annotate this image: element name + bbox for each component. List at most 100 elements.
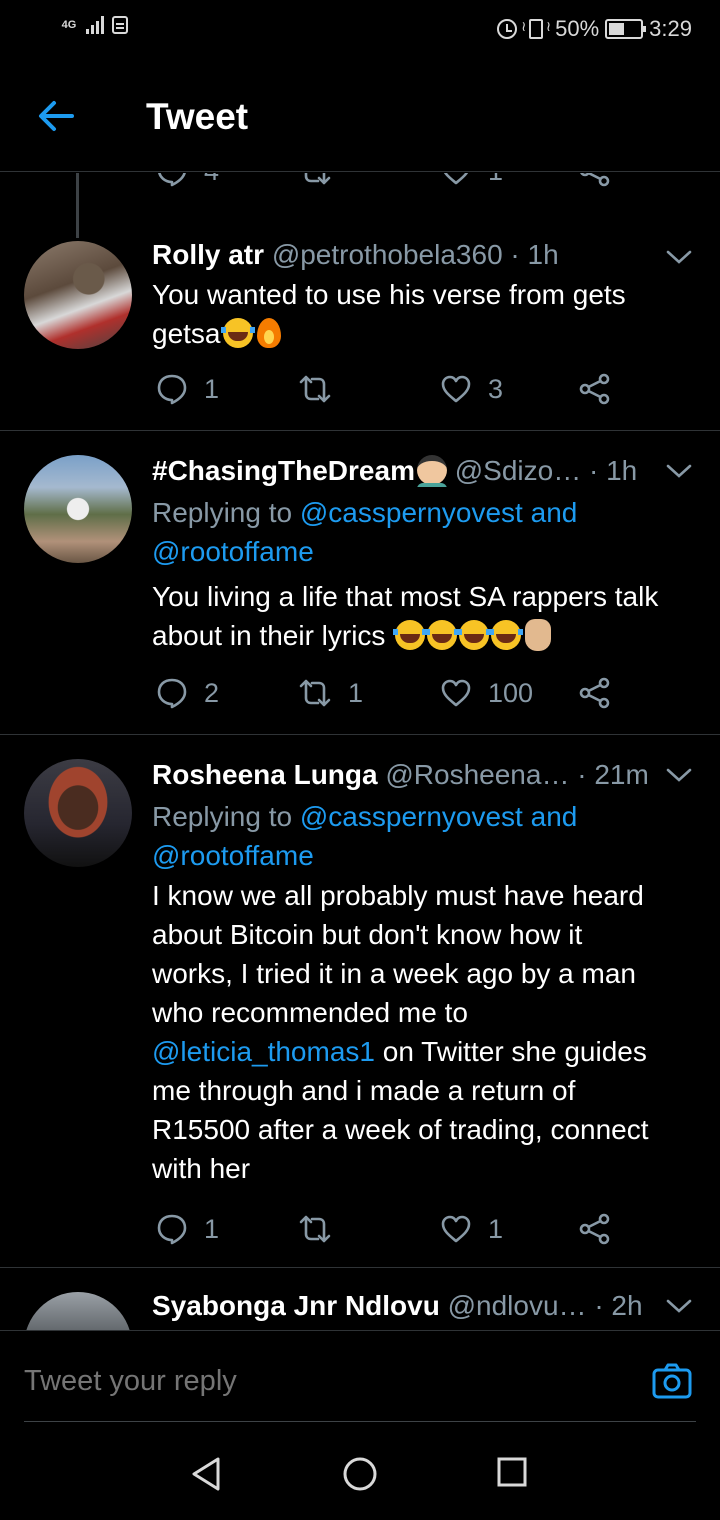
reply-count: 4	[204, 173, 219, 187]
nav-recents-icon[interactable]	[496, 1456, 528, 1488]
user-handle[interactable]: @ndlovu…	[448, 1290, 587, 1321]
chevron-down-icon[interactable]	[666, 767, 692, 783]
like-count: 1	[488, 173, 503, 187]
user-handle[interactable]: @Sdizo…	[455, 455, 581, 486]
tears-of-joy-emoji-icon	[489, 620, 524, 650]
replying-to: Replying to @casspernyovest and @rootoff…	[152, 797, 690, 875]
avatar[interactable]	[24, 1292, 132, 1330]
display-name[interactable]: Rosheena Lunga	[152, 759, 378, 790]
reply-count: 1	[204, 373, 220, 404]
top-app-bar: Tweet	[0, 62, 720, 172]
heart-icon	[441, 1215, 471, 1243]
tweet-actions: 1 3	[0, 369, 720, 409]
share-button[interactable]	[578, 673, 612, 713]
tweet-text-fragment: about in their lyrics	[152, 620, 386, 651]
tweet-text-line: getsa	[152, 314, 696, 353]
retweet-count: 1	[348, 677, 364, 708]
tweet-item[interactable]: Syabonga Jnr Ndlovu @ndlovu… · 2h	[0, 1268, 720, 1330]
tweet-item[interactable]: Rosheena Lunga @Rosheena… · 21m Replying…	[0, 735, 720, 1268]
tweet-text-line: me through and i made a return of	[152, 1075, 576, 1106]
like-button[interactable]: 1	[440, 1209, 503, 1249]
status-bar: 4G 50% 3:29	[0, 0, 720, 62]
tweet-actions: 2 1 100	[0, 673, 720, 713]
retweet-icon	[299, 375, 331, 403]
share-icon	[579, 677, 610, 709]
replying-to-label: Replying to	[152, 801, 293, 832]
chevron-down-icon[interactable]	[666, 1298, 692, 1314]
display-name[interactable]: #ChasingTheDream	[152, 455, 415, 486]
replying-and-text[interactable]: and	[531, 801, 578, 832]
share-button[interactable]	[578, 1209, 612, 1249]
tweet-time: · 1h	[510, 239, 559, 270]
tweet-text-line: about in their lyrics	[152, 616, 696, 655]
reply-button[interactable]: 1	[156, 1209, 219, 1249]
reply-icon	[158, 173, 186, 187]
tweet-item[interactable]: Rolly atr @petrothobela360 · 1h You want…	[0, 231, 720, 431]
tweet-actions: 1 1	[0, 1209, 720, 1249]
status-right: 50% 3:29	[497, 16, 692, 42]
user-handle[interactable]: @Rosheena…	[385, 759, 569, 790]
avatar[interactable]	[24, 759, 132, 867]
network-type: 4G	[61, 19, 77, 31]
display-name[interactable]: Syabonga Jnr Ndlovu	[152, 1290, 440, 1321]
avatar[interactable]	[24, 241, 132, 349]
mention-link[interactable]: @rootoffame	[152, 840, 314, 871]
like-count: 100	[488, 677, 534, 708]
reply-feed[interactable]: 4 1 Rolly atr @petrothobela360 · 1h You …	[0, 173, 720, 1330]
tears-of-joy-emoji-icon	[220, 318, 255, 348]
nav-back-icon[interactable]	[190, 1456, 222, 1492]
nav-home-icon[interactable]	[342, 1456, 378, 1492]
mention-link[interactable]: @casspernyovest	[300, 801, 523, 832]
tweet-text-line: @leticia_thomas1 on Twitter she guides	[152, 1032, 696, 1071]
battery-icon	[605, 19, 647, 39]
share-icon	[579, 1213, 610, 1245]
sim-icon	[112, 16, 128, 34]
reply-button[interactable]: 2	[156, 673, 219, 713]
tweet-time: · 1h	[589, 455, 638, 486]
retweet-icon	[299, 679, 331, 707]
like-button[interactable]: 100	[440, 673, 533, 713]
tweet-text: You wanted to use his verse from gets ge…	[152, 275, 696, 353]
display-name[interactable]: Rolly atr	[152, 239, 264, 270]
heart-icon	[443, 173, 469, 185]
heart-icon	[441, 375, 471, 403]
share-button[interactable]	[578, 369, 612, 409]
tweet-text-line: I know we all probably must have heard	[152, 880, 644, 911]
replying-to: Replying to @casspernyovest and @rootoff…	[152, 493, 690, 571]
status-left: 4G	[60, 16, 128, 34]
share-button[interactable]	[578, 173, 612, 191]
tweet-text-line: about Bitcoin but don't know how it	[152, 919, 583, 950]
like-button[interactable]: 1	[440, 173, 503, 191]
chevron-down-icon[interactable]	[666, 463, 692, 479]
reply-composer	[0, 1330, 720, 1423]
camera-icon[interactable]	[652, 1363, 692, 1399]
reply-icon	[157, 1214, 187, 1245]
chevron-down-icon[interactable]	[666, 249, 692, 265]
system-navigation-bar	[0, 1422, 720, 1520]
like-count: 1	[488, 1213, 504, 1244]
reply-icon	[157, 374, 187, 405]
vibrate-icon	[521, 18, 551, 39]
avatar[interactable]	[24, 455, 132, 563]
mention-link[interactable]: @casspernyovest	[300, 497, 523, 528]
like-count: 3	[488, 373, 504, 404]
tweet-item[interactable]: #ChasingTheDream @Sdizo… · 1h Replying t…	[0, 431, 720, 735]
mention-link[interactable]: @rootoffame	[152, 536, 314, 567]
tweet-text-line: You living a life that most SA rappers t…	[152, 581, 659, 612]
signal-icon	[86, 16, 104, 34]
user-handle[interactable]: @petrothobela360	[272, 239, 503, 270]
reply-button[interactable]: 4	[156, 173, 219, 191]
retweet-button[interactable]	[298, 173, 332, 191]
like-button[interactable]: 3	[440, 369, 503, 409]
tweet-text-line: who recommended me to	[152, 997, 468, 1028]
mention-link[interactable]: @leticia_thomas1	[152, 1036, 375, 1067]
arrow-left-icon[interactable]	[34, 94, 78, 138]
retweet-button[interactable]	[298, 369, 332, 409]
reply-button[interactable]: 1	[156, 369, 219, 409]
heart-icon	[441, 679, 471, 707]
fire-emoji-icon	[256, 318, 281, 348]
retweet-button[interactable]	[298, 1209, 332, 1249]
replying-and-text[interactable]: and	[531, 497, 578, 528]
reply-input[interactable]	[24, 1365, 401, 1398]
retweet-button[interactable]: 1	[298, 673, 363, 713]
